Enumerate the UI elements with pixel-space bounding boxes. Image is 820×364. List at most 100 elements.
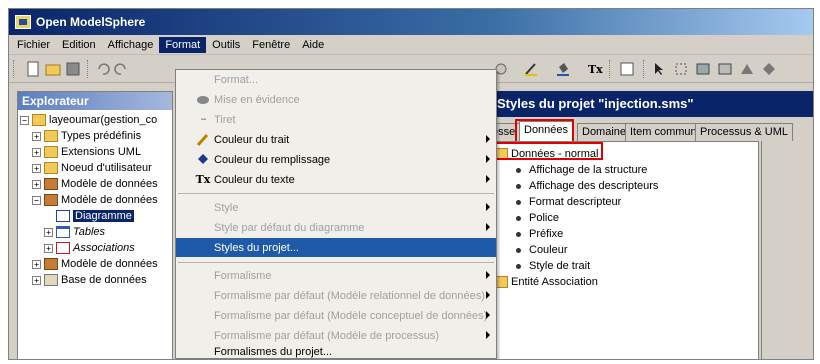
fill-color-icon <box>196 153 210 166</box>
save-icon[interactable] <box>65 61 81 77</box>
model-icon <box>44 194 58 206</box>
tree-item-project[interactable]: − layeoumar(gestion_co <box>20 112 157 128</box>
folder-icon <box>44 146 58 158</box>
collapse-icon[interactable]: − <box>20 115 29 125</box>
new-file-icon[interactable] <box>25 61 41 77</box>
expand-icon[interactable]: + <box>44 227 53 237</box>
styles-dialog: Styles du projet "injection.sms" esse Do… <box>487 91 813 359</box>
open-folder-icon[interactable] <box>45 61 61 77</box>
style-item[interactable]: Police <box>514 210 559 226</box>
expand-icon[interactable]: + <box>32 147 41 157</box>
expand-icon[interactable]: + <box>32 259 41 269</box>
folder-icon <box>44 130 58 142</box>
styles-dialog-title: Styles du projet "injection.sms" <box>491 91 813 117</box>
red-highlight-root <box>491 142 603 160</box>
redo-icon[interactable] <box>113 61 129 77</box>
collapse-icon[interactable]: − <box>32 195 41 205</box>
menu-item-formalism-relational[interactable]: Formalisme par défaut (Modèle relationne… <box>176 286 496 305</box>
expand-icon[interactable]: + <box>32 163 41 173</box>
style-sibling-item[interactable]: Entité Association <box>494 274 598 290</box>
menu-item-text-color[interactable]: Tx Couleur du texte <box>176 170 496 189</box>
triangle-icon[interactable] <box>739 61 755 77</box>
project-icon <box>32 114 46 126</box>
submenu-arrow-icon <box>486 291 490 299</box>
expand-icon[interactable]: + <box>32 179 41 189</box>
menu-separator <box>178 262 494 263</box>
submenu-arrow-icon <box>486 175 490 183</box>
tree-item-types[interactable]: + Types prédéfinis <box>32 128 141 144</box>
bullet-icon <box>516 263 521 269</box>
menu-item-fill-color[interactable]: Couleur du remplissage <box>176 150 496 169</box>
menu-fenetre[interactable]: Fenêtre <box>246 37 296 53</box>
diagram-icon <box>56 210 70 222</box>
tab-processus-uml[interactable]: Processus & UML <box>695 123 794 141</box>
submenu-arrow-icon <box>486 135 490 143</box>
lasso-icon[interactable] <box>673 61 689 77</box>
model-icon <box>44 258 58 270</box>
menu-item-format[interactable]: Format... <box>176 70 496 89</box>
pointer-icon[interactable] <box>651 61 667 77</box>
tree-item-diagram[interactable]: Diagramme <box>56 208 134 224</box>
submenu-arrow-icon <box>486 311 490 319</box>
grid-icon[interactable] <box>619 61 635 77</box>
toolbar-grip[interactable] <box>13 60 16 78</box>
menu-aide[interactable]: Aide <box>296 37 330 53</box>
style-item[interactable]: Format descripteur <box>514 194 621 210</box>
style-item[interactable]: Style de trait <box>514 258 590 274</box>
tree-item-database[interactable]: + Base de données <box>32 272 147 288</box>
menu-format[interactable]: Format <box>159 36 207 53</box>
style-item[interactable]: Affichage de la structure <box>514 162 647 178</box>
menu-item-project-styles[interactable]: Styles du projet... <box>176 238 496 257</box>
view-tool-icon[interactable] <box>717 61 733 77</box>
menu-item-project-formalisms[interactable]: Formalismes du projet... <box>176 342 496 359</box>
tab-item-commun[interactable]: Item commun <box>625 123 702 141</box>
window-title: Open ModelSphere <box>36 15 146 29</box>
submenu-arrow-icon <box>486 223 490 231</box>
menu-fichier[interactable]: Fichier <box>11 37 56 53</box>
menu-separator <box>178 193 494 194</box>
menu-outils[interactable]: Outils <box>206 37 246 53</box>
bullet-icon <box>516 167 521 173</box>
text-color-icon[interactable]: Tx <box>587 61 603 77</box>
style-item[interactable]: Couleur <box>514 242 568 258</box>
submenu-arrow-icon <box>486 203 490 211</box>
menu-item-line-color[interactable]: Couleur du trait <box>176 130 496 149</box>
title-bar: Open ModelSphere <box>9 9 813 35</box>
style-item[interactable]: Préfixe <box>514 226 563 242</box>
fill-color-icon[interactable] <box>555 61 571 77</box>
menu-item-style[interactable]: Style <box>176 198 496 217</box>
menu-bar: Fichier Edition Affichage Format Outils … <box>9 35 813 55</box>
format-dropdown-menu: Format... Mise en évidence ▪▪▪▪ Tiret Co… <box>175 69 497 359</box>
database-icon <box>44 274 58 286</box>
tree-item-tables[interactable]: + Tables <box>44 224 105 240</box>
menu-item-default-style[interactable]: Style par défaut du diagramme <box>176 218 496 237</box>
pen-color-icon[interactable] <box>523 61 539 77</box>
table-tool-icon[interactable] <box>695 61 711 77</box>
expand-icon[interactable]: + <box>44 243 53 253</box>
style-item[interactable]: Affichage des descripteurs <box>514 178 658 194</box>
bullet-icon <box>516 199 521 205</box>
expand-icon[interactable]: + <box>32 275 41 285</box>
expand-icon[interactable]: + <box>32 131 41 141</box>
tree-item-model[interactable]: − Modèle de données <box>32 192 158 208</box>
menu-edition[interactable]: Edition <box>56 37 102 53</box>
tree-item-model[interactable]: + Modèle de données <box>32 256 158 272</box>
tree-item-user-node[interactable]: + Noeud d'utilisateur <box>32 160 152 176</box>
menu-item-formalism[interactable]: Formalisme <box>176 266 496 285</box>
style-properties-pane <box>761 141 813 359</box>
menu-item-formalism-conceptual[interactable]: Formalisme par défaut (Modèle conceptuel… <box>176 306 496 325</box>
table-icon <box>56 226 70 238</box>
undo-icon[interactable] <box>95 61 111 77</box>
menu-item-highlight[interactable]: Mise en évidence <box>176 90 496 109</box>
tree-item-associations[interactable]: + Associations <box>44 240 135 256</box>
menu-item-dash[interactable]: ▪▪▪▪ Tiret <box>176 110 496 129</box>
tree-item-uml[interactable]: + Extensions UML <box>32 144 141 160</box>
bullet-icon <box>516 231 521 237</box>
dash-icon: ▪▪▪▪ <box>200 116 207 123</box>
tab-domaine[interactable]: Domaine <box>577 123 632 141</box>
submenu-arrow-icon <box>486 271 490 279</box>
menu-affichage[interactable]: Affichage <box>102 37 160 53</box>
tree-item-model[interactable]: + Modèle de données <box>32 176 158 192</box>
diamond-icon[interactable] <box>761 61 777 77</box>
svg-text:Tx: Tx <box>588 63 603 76</box>
